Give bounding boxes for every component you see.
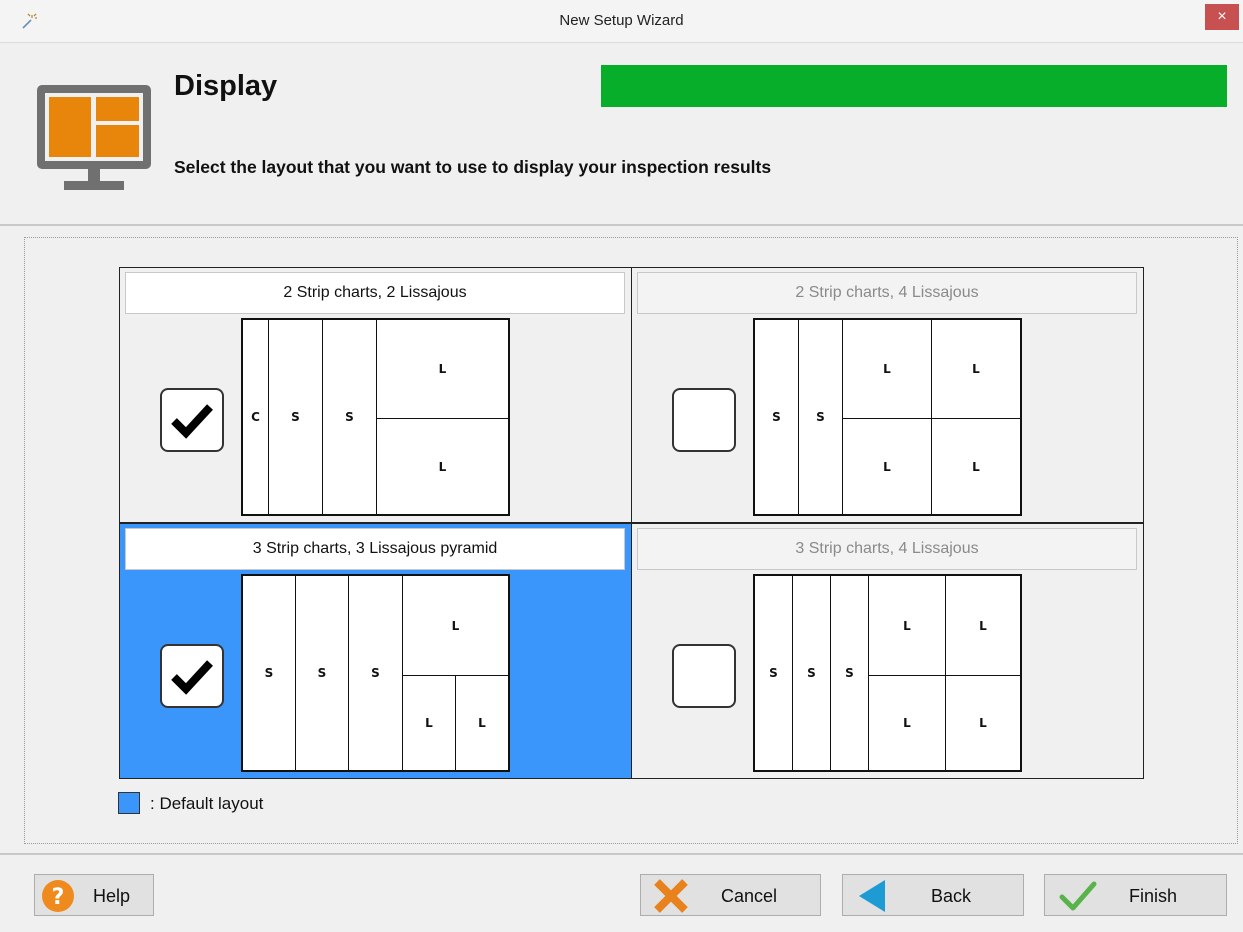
pane-l: L (842, 418, 932, 515)
pane-s: S (268, 319, 323, 515)
layout-label: 2 Strip charts, 2 Lissajous (125, 272, 625, 314)
pane-s: S (798, 319, 843, 515)
footer-separator (0, 853, 1243, 855)
layout-option-3s-3l-pyramid[interactable]: 3 Strip charts, 3 Lissajous pyramid S S … (119, 523, 632, 779)
pane-l: L (455, 675, 509, 771)
layout-label: 3 Strip charts, 4 Lissajous (637, 528, 1137, 570)
layout-option-2s-2l[interactable]: 2 Strip charts, 2 Lissajous C S S L L (119, 267, 632, 523)
pane-s: S (322, 319, 377, 515)
default-layout-legend: : Default layout (150, 794, 264, 813)
pane-s: S (348, 575, 403, 771)
svg-text:?: ? (52, 885, 65, 910)
cancel-button[interactable]: Cancel (640, 874, 821, 916)
pane-s: S (754, 575, 793, 771)
layout-preview: S S L L L L (753, 318, 1022, 516)
pane-s: S (792, 575, 831, 771)
back-button[interactable]: Back (842, 874, 1024, 916)
pane-l: L (945, 675, 1021, 771)
layout-preview: C S S L L (241, 318, 510, 516)
header-separator (0, 224, 1243, 226)
pane-l: L (376, 418, 509, 515)
finish-label: Finish (1129, 886, 1178, 906)
layout-checkbox[interactable] (672, 388, 736, 452)
pane-l: L (931, 319, 1021, 419)
help-button[interactable]: ? Help (34, 874, 154, 916)
default-layout-swatch (118, 792, 140, 814)
pane-s: S (295, 575, 349, 771)
layout-option-2s-4l[interactable]: 2 Strip charts, 4 Lissajous S S L L L L (631, 267, 1144, 523)
pane-l: L (376, 319, 509, 419)
question-circle-icon: ? (42, 880, 74, 912)
title-bar: New Setup Wizard × (0, 0, 1243, 43)
page-title: Display (174, 70, 278, 102)
pane-l: L (402, 675, 456, 771)
pane-l: L (868, 675, 946, 771)
x-icon (654, 879, 688, 913)
layout-label: 3 Strip charts, 3 Lissajous pyramid (125, 528, 625, 570)
layout-option-3s-4l[interactable]: 3 Strip charts, 4 Lissajous S S S L L L … (631, 523, 1144, 779)
progress-fill (601, 65, 1227, 107)
pane-s: S (754, 319, 799, 515)
layout-checkbox[interactable] (160, 388, 224, 452)
cancel-label: Cancel (721, 886, 778, 906)
checkmark-icon (171, 660, 213, 695)
monitor-layout-icon (37, 85, 151, 190)
pane-s: S (830, 575, 869, 771)
pane-l: L (945, 575, 1021, 676)
back-label: Back (931, 886, 972, 906)
check-icon (1059, 881, 1097, 911)
wizard-progress-bar (601, 65, 1227, 107)
pane-l: L (402, 575, 509, 676)
layout-label: 2 Strip charts, 4 Lissajous (637, 272, 1137, 314)
layout-preview: S S S L L L (241, 574, 510, 772)
pane-l: L (842, 319, 932, 419)
close-button[interactable]: × (1205, 4, 1239, 30)
back-arrow-icon (859, 880, 885, 912)
pane-l: L (931, 418, 1021, 515)
window-title: New Setup Wizard (559, 12, 684, 29)
layout-preview: S S S L L L L (753, 574, 1022, 772)
pane-c: C (242, 319, 269, 515)
finish-button[interactable]: Finish (1044, 874, 1227, 916)
page-subtitle: Select the layout that you want to use t… (174, 157, 772, 177)
layout-checkbox[interactable] (672, 644, 736, 708)
pane-l: L (868, 575, 946, 676)
help-label: Help (93, 886, 131, 906)
pane-s: S (242, 575, 296, 771)
layout-checkbox[interactable] (160, 644, 224, 708)
checkmark-icon (171, 404, 213, 439)
